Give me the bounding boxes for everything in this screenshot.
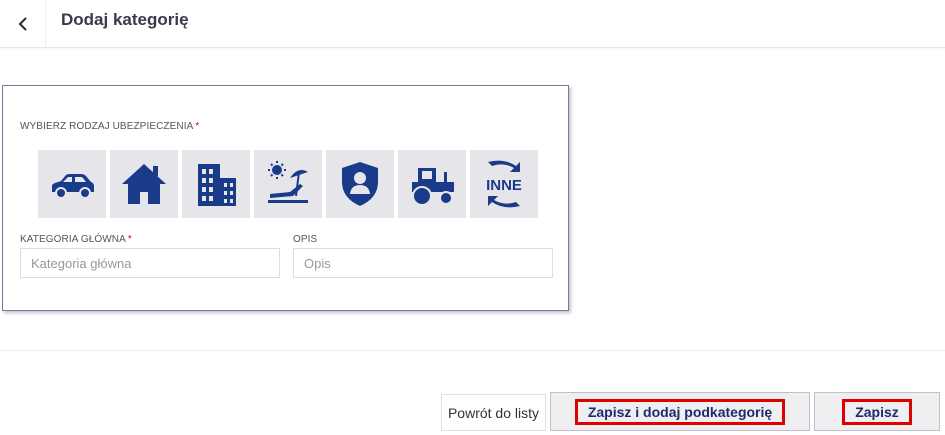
category-form-card: WYBIERZ RODZAJ UBEZPIECZENIA * INNE KATE… — [2, 85, 569, 311]
footer-divider — [0, 350, 945, 351]
insurance-type-buildings[interactable] — [182, 150, 250, 218]
description-label: OPIS — [293, 234, 318, 245]
page-title: Dodaj kategorię — [61, 10, 189, 29]
insurance-type-agriculture[interactable] — [398, 150, 466, 218]
save-and-add-subcategory-label: Zapisz i dodaj podkategorię — [574, 398, 786, 425]
car-icon — [52, 174, 94, 199]
insurance-type-travel[interactable] — [254, 150, 322, 218]
shield-person-icon — [342, 162, 378, 206]
buildings-icon — [198, 164, 236, 206]
description-input[interactable]: Opis — [293, 248, 553, 278]
save-label: Zapisz — [842, 398, 912, 425]
top-bar: Dodaj kategorię — [0, 0, 945, 48]
save-button[interactable]: Zapisz — [814, 392, 940, 431]
beach-travel-icon — [268, 161, 308, 203]
back-button[interactable] — [0, 0, 46, 48]
save-and-add-subcategory-button[interactable]: Zapisz i dodaj podkategorię — [550, 392, 810, 431]
tractor-icon — [412, 168, 454, 206]
house-icon — [122, 164, 166, 204]
insurance-type-label: WYBIERZ RODZAJ UBEZPIECZENIA * — [20, 121, 200, 132]
back-to-list-button[interactable]: Powrót do listy — [441, 394, 546, 431]
insurance-type-house[interactable] — [110, 150, 178, 218]
insurance-type-picker: INNE — [38, 150, 538, 218]
insurance-type-personal[interactable] — [326, 150, 394, 218]
other-icon: INNE — [486, 160, 522, 208]
insurance-type-car[interactable] — [38, 150, 106, 218]
svg-text:INNE: INNE — [486, 177, 522, 194]
main-category-input[interactable]: Kategoria główna — [20, 248, 280, 278]
main-category-label: KATEGORIA GŁÓWNA * — [20, 234, 132, 245]
chevron-left-icon — [18, 17, 27, 31]
insurance-type-other[interactable]: INNE — [470, 150, 538, 218]
